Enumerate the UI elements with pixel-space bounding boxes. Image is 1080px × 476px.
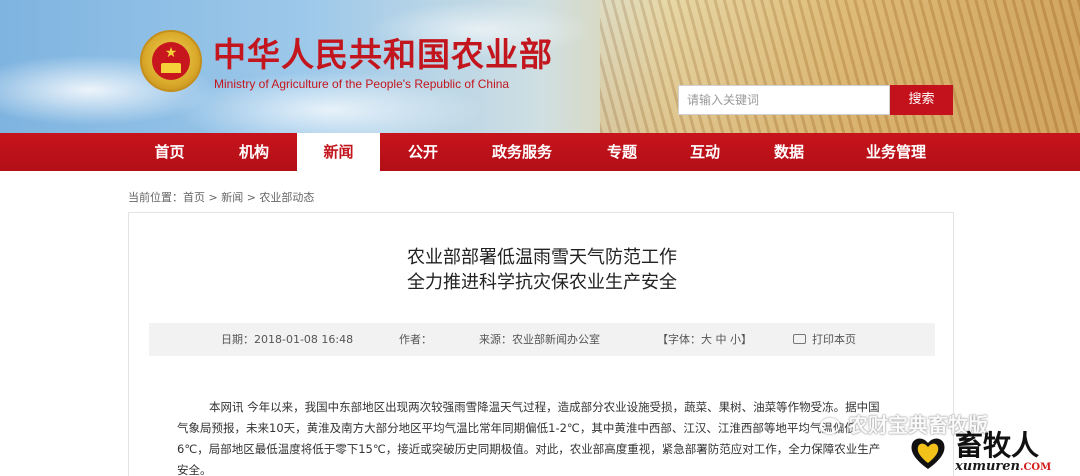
article-source: 来源：农业部新闻办公室 (479, 333, 600, 346)
printer-icon (793, 334, 806, 344)
site-subtitle-english: Ministry of Agriculture of the People's … (214, 77, 510, 91)
breadcrumb[interactable]: 当前位置：首页 > 新闻 > 农业部动态 (128, 189, 314, 205)
print-page-label: 打印本页 (812, 333, 856, 346)
emblem-center: ★ (152, 42, 190, 80)
article-card: 农业部部署低温雨雪天气防范工作 全力推进科学抗灾保农业生产安全 日期：2018-… (128, 212, 954, 476)
article-body-line: 气象局预报，未来10天，黄淮及南方大部分地区平均气温比常年同期偏低1-2℃，其中… (177, 421, 856, 435)
article-body-line: 安全。 (177, 463, 212, 476)
logo-text-en: xumuren.COM (955, 460, 1051, 475)
article-date: 日期：2018-01-08 16:48 (221, 333, 354, 346)
heart-logo-icon (911, 438, 945, 469)
nav-item-news[interactable]: 新闻 (297, 133, 380, 171)
nav-item-business-management[interactable]: 业务管理 (846, 133, 946, 171)
nav-item-public[interactable]: 公开 (381, 133, 465, 171)
xumuren-logo: 畜牧人 xumuren.COM (903, 430, 1075, 476)
article-author: 作者： (399, 333, 432, 346)
nav-item-data[interactable]: 数据 (747, 133, 831, 171)
font-size-selector[interactable]: 【字体：大 中 小】 (657, 323, 752, 356)
nav-item-government-services[interactable]: 政务服务 (472, 133, 572, 171)
nav-item-organization[interactable]: 机构 (212, 133, 296, 171)
nav-item-home[interactable]: 首页 (113, 133, 226, 171)
article-title-line-2: 全力推进科学抗灾保农业生产安全 (407, 272, 677, 293)
logo-text-com: .COM (1019, 462, 1052, 473)
article-title-line-1: 农业部部署低温雨雪天气防范工作 (407, 247, 677, 268)
nav-item-interaction[interactable]: 互动 (663, 133, 747, 171)
search-input[interactable] (678, 85, 890, 115)
print-page-button[interactable]: 打印本页 (793, 323, 856, 356)
nav-item-topics[interactable]: 专题 (580, 133, 664, 171)
article-body-line: 6℃，局部地区最低温度将低于零下15℃，接近或突破历史同期极值。对此，农业部高度… (177, 442, 881, 456)
logo-text-cn: 畜牧人 (955, 429, 1040, 462)
gate-icon (161, 63, 181, 73)
national-emblem-icon: ★ (140, 30, 202, 92)
search-button[interactable]: 搜索 (890, 85, 953, 115)
article-body-line: 本网讯 今年以来，我国中东部地区出现两次较强雨雪降温天气过程，造成部分农业设施受… (209, 400, 880, 414)
main-nav: 首页 机构 新闻 公开 政务服务 专题 互动 数据 业务管理 (0, 133, 1080, 171)
site-title[interactable]: 中华人民共和国农业部 (213, 36, 553, 74)
logo-text-domain: xumuren (955, 459, 1020, 474)
wechat-watermark-icon (820, 418, 840, 434)
article-meta-bar: 日期：2018-01-08 16:48 作者： 来源：农业部新闻办公室 【字体：… (149, 323, 935, 356)
star-icon: ★ (164, 45, 178, 61)
